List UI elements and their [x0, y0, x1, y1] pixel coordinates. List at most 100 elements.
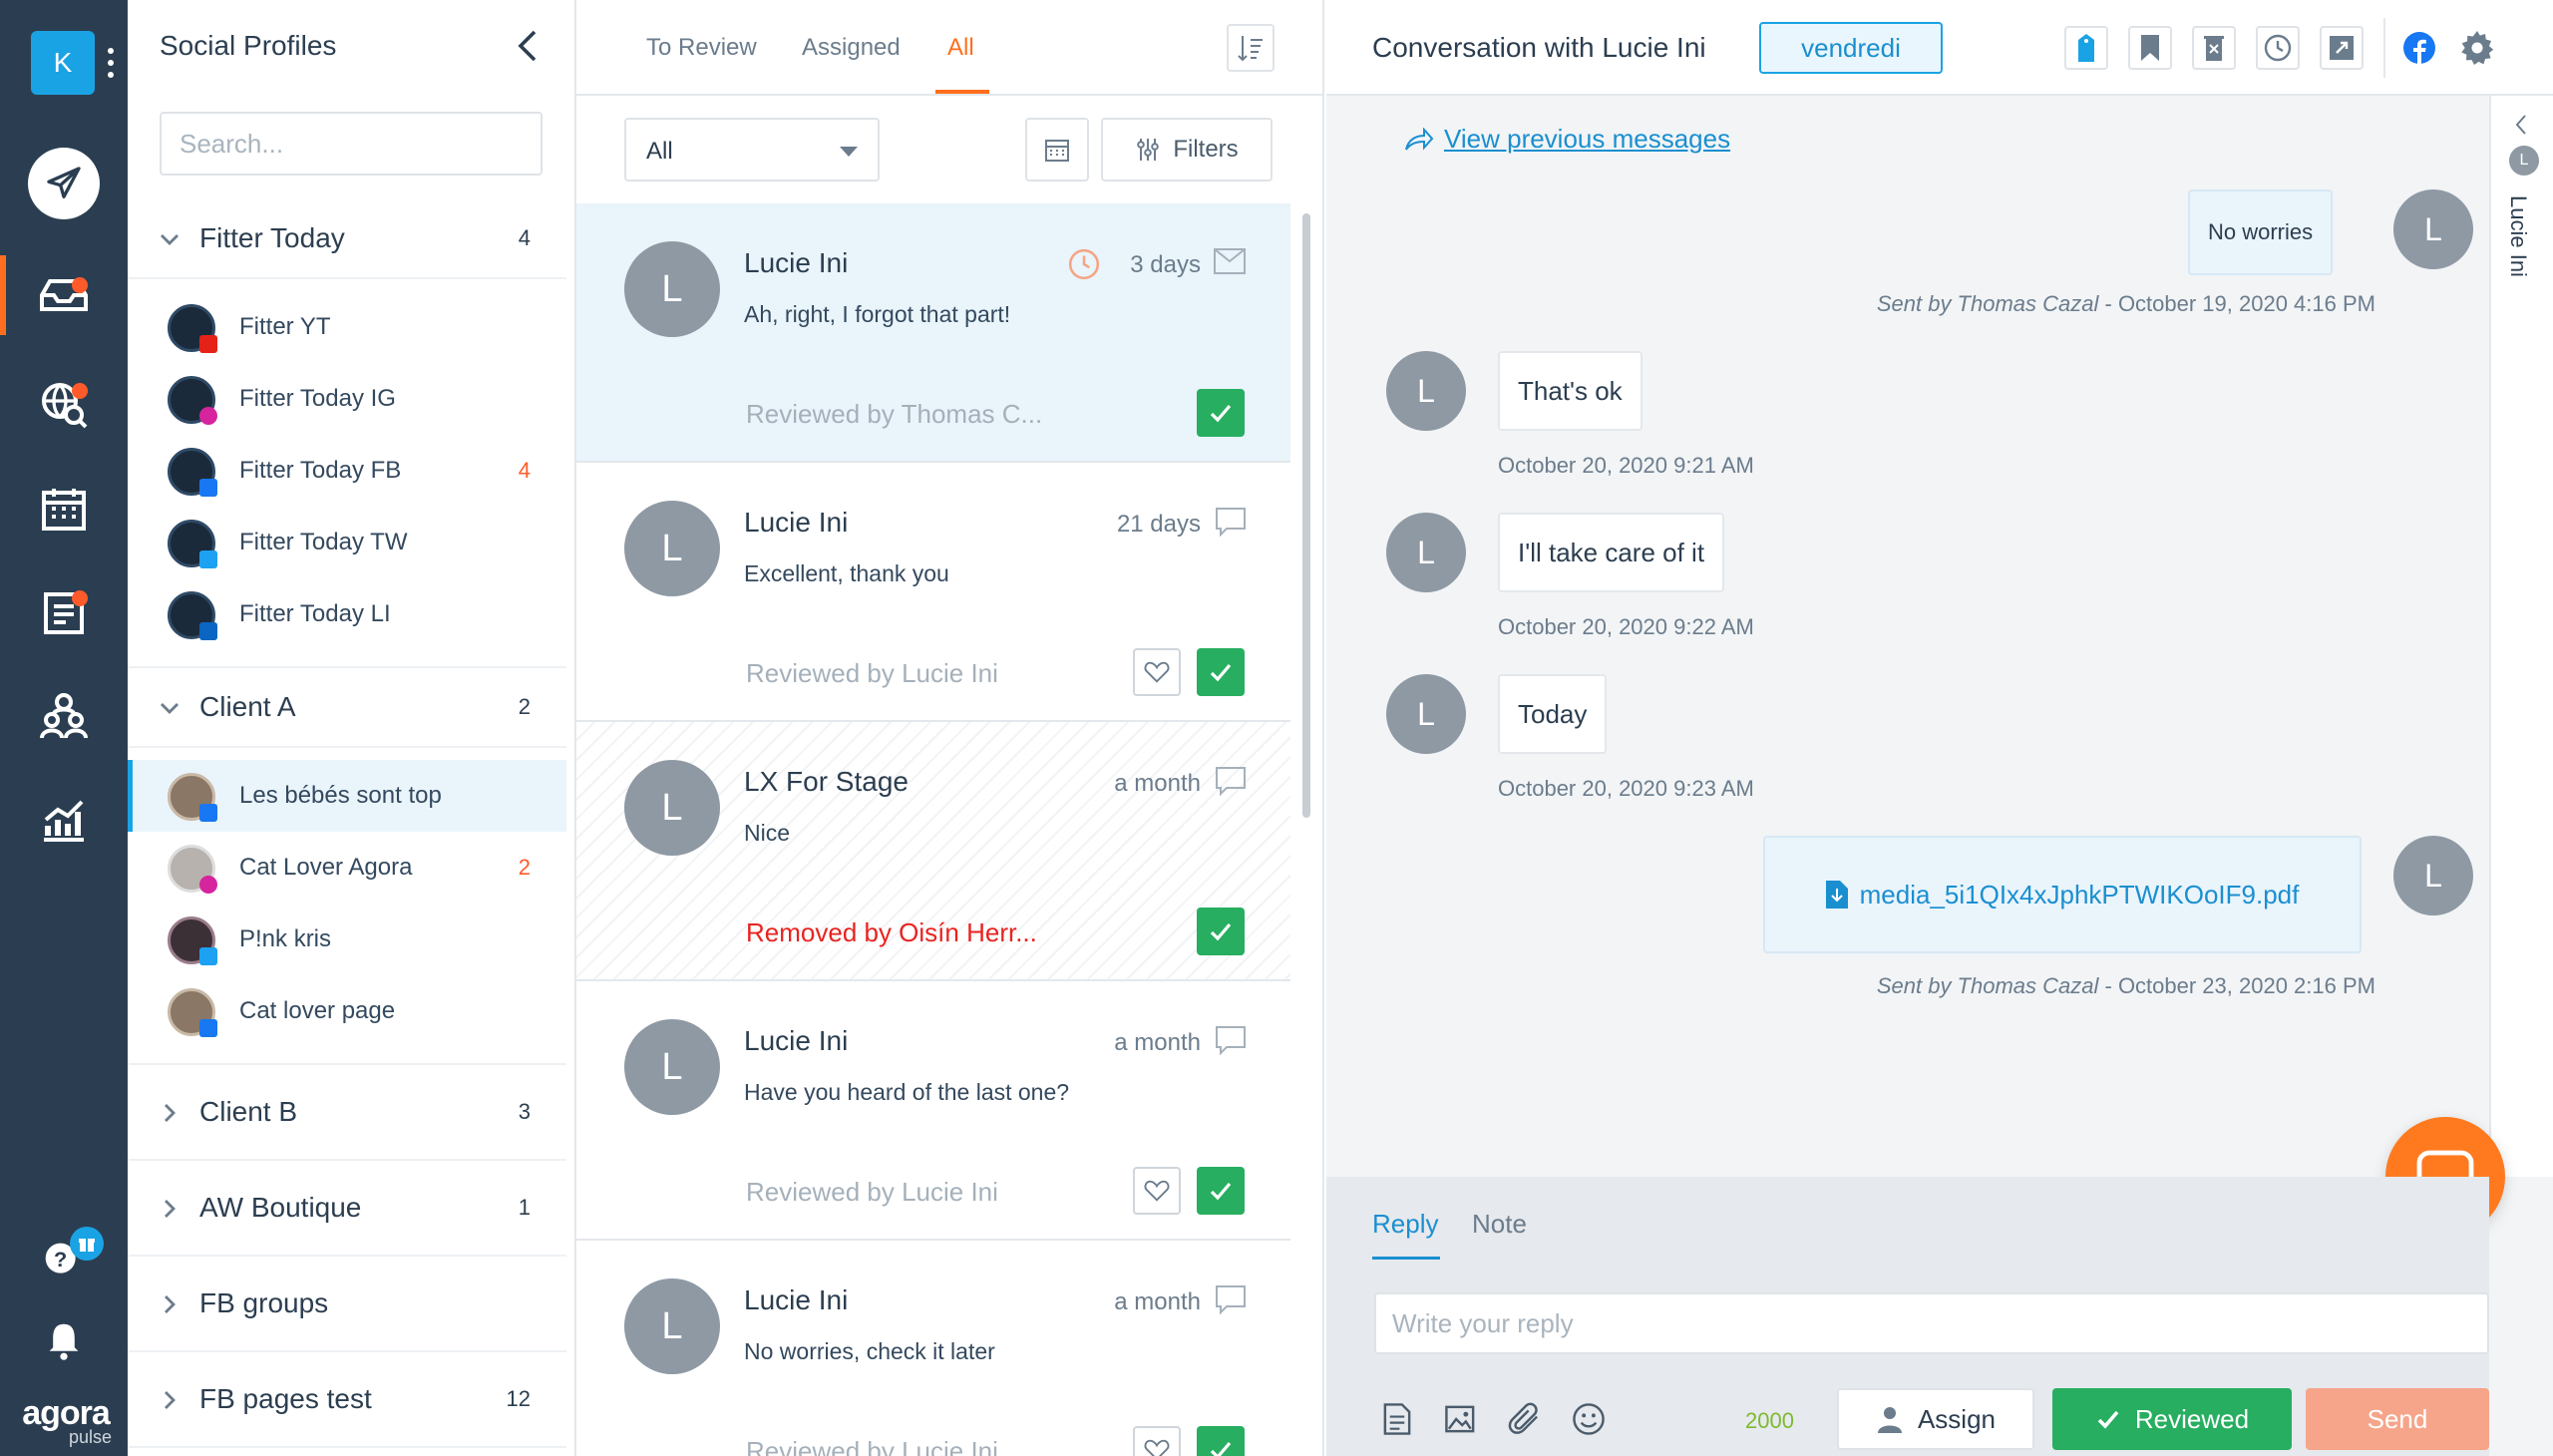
tab-to-review[interactable]: To Review: [646, 34, 757, 62]
emoji-icon[interactable]: [1572, 1402, 1606, 1436]
history-button[interactable]: [2256, 26, 2300, 70]
profile-groups: Fitter Today 4 Fitter YT Fitter Today IG…: [128, 199, 566, 1448]
profile-name: Cat lover page: [239, 997, 396, 1024]
attachment-bubble[interactable]: media_5i1QIx4xJphkPTWIKOoIF9.pdf: [1763, 836, 2362, 953]
nav-inbox[interactable]: [0, 255, 128, 335]
group-header-aw-boutique[interactable]: AW Boutique 1: [128, 1161, 566, 1257]
conversation-tag[interactable]: vendredi: [1759, 22, 1943, 74]
conversation-filter-select[interactable]: All: [624, 118, 880, 182]
reviewed-check-button[interactable]: [1197, 389, 1245, 437]
conversation-item[interactable]: L Lucie Ini Ah, right, I forgot that par…: [576, 203, 1290, 463]
like-button[interactable]: [1133, 1426, 1181, 1456]
nav-reports-list[interactable]: [0, 572, 128, 652]
profile-item-fitter-yt[interactable]: Fitter YT: [128, 291, 566, 363]
conversation-status: Reviewed by Lucie Ini: [746, 658, 998, 688]
contact-side-tab[interactable]: L Lucie Ini: [2489, 96, 2553, 1177]
reviewed-check-button[interactable]: [1197, 908, 1245, 955]
account-avatar[interactable]: K: [31, 31, 95, 95]
tab-all[interactable]: All: [947, 34, 974, 62]
assign-button[interactable]: Assign: [1837, 1388, 2034, 1450]
nav-team[interactable]: [0, 676, 128, 756]
image-icon[interactable]: [1444, 1402, 1478, 1436]
bookmark-button[interactable]: [2128, 26, 2172, 70]
filters-button[interactable]: Filters: [1101, 118, 1273, 182]
reviewed-check-button[interactable]: [1197, 1426, 1245, 1456]
compose-button[interactable]: [28, 148, 100, 219]
nav-listening[interactable]: [0, 365, 128, 445]
linkedin-icon: [199, 622, 217, 640]
tab-note[interactable]: Note: [1472, 1209, 1527, 1240]
profile-item-fitter-today-tw[interactable]: Fitter Today TW: [128, 507, 566, 578]
social-profiles-panel: Social Profiles Fitter Today 4 Fitter YT…: [128, 0, 700, 1456]
label-button[interactable]: [2064, 26, 2108, 70]
account-menu-icon[interactable]: [108, 48, 114, 78]
conversation-status: Reviewed by Thomas C...: [746, 399, 1043, 429]
like-button[interactable]: [1133, 648, 1181, 696]
facebook-icon: [199, 1019, 217, 1037]
envelope-icon: [1214, 248, 1246, 274]
message-text: Today: [1518, 698, 1588, 729]
facebook-source-button[interactable]: [2397, 26, 2441, 70]
group-name: FB pages test: [199, 1383, 372, 1414]
profiles-search-input[interactable]: [160, 112, 543, 176]
profile-item-cat-lover-page[interactable]: Cat lover page: [128, 975, 566, 1047]
view-previous-messages-link[interactable]: View previous messages: [1404, 124, 1730, 155]
group-header-client-a[interactable]: Client A 2: [128, 668, 566, 748]
saved-replies-icon[interactable]: [1382, 1402, 1412, 1436]
bell-icon: [49, 1323, 79, 1360]
nav-analytics[interactable]: [0, 780, 128, 860]
tab-assigned[interactable]: Assigned: [802, 34, 901, 62]
heart-icon: [1144, 661, 1170, 683]
reviewed-button[interactable]: Reviewed: [2052, 1388, 2292, 1450]
heart-icon: [1144, 1180, 1170, 1202]
profile-item-fitter-today-li[interactable]: Fitter Today LI: [128, 578, 566, 650]
nav-publishing-calendar[interactable]: [0, 469, 128, 548]
gift-icon[interactable]: [70, 1227, 104, 1261]
group-header-fitter-today[interactable]: Fitter Today 4: [128, 199, 566, 279]
tab-reply[interactable]: Reply: [1372, 1209, 1438, 1240]
profile-name: Cat Lover Agora: [239, 854, 413, 881]
conversation-status: Reviewed by Lucie Ini: [746, 1436, 998, 1456]
conversation-list-scrollbar[interactable]: [1302, 213, 1310, 818]
listening-notification-dot: [72, 383, 88, 399]
conversation-item[interactable]: L Lucie Ini No worries, check it later a…: [576, 1241, 1290, 1456]
reviewed-check-button[interactable]: [1197, 1167, 1245, 1215]
conversation-author: Lucie Ini: [744, 1025, 849, 1056]
delete-button[interactable]: [2192, 26, 2236, 70]
settings-button[interactable]: [2455, 26, 2499, 70]
chevron-down-icon: [840, 147, 858, 157]
chevron-left-icon[interactable]: [515, 28, 543, 64]
profile-item-les-bebes-sont-top[interactable]: Les bébés sont top: [128, 760, 566, 832]
conversation-item[interactable]: L Lucie Ini Have you heard of the last o…: [576, 981, 1290, 1241]
nav-help[interactable]: ?: [0, 1217, 128, 1296]
message-bubble-incoming: I'll take care of it: [1498, 513, 1725, 592]
nav-notifications[interactable]: [0, 1300, 128, 1380]
open-external-button[interactable]: [2320, 26, 2364, 70]
reviewed-check-button[interactable]: [1197, 648, 1245, 696]
paperclip-icon[interactable]: [1508, 1402, 1542, 1436]
panel-title: Social Profiles: [160, 30, 337, 61]
profile-count: 4: [518, 458, 531, 483]
group-header-fb-pages-test[interactable]: FB pages test 12: [128, 1352, 566, 1448]
profile-item-fitter-today-fb[interactable]: Fitter Today FB 4: [128, 435, 566, 507]
message-text: No worries: [2208, 219, 2314, 244]
profile-count: 2: [518, 855, 531, 880]
profile-item-cat-lover-agora[interactable]: Cat Lover Agora 2: [128, 832, 566, 904]
reply-input[interactable]: [1374, 1292, 2489, 1354]
date-filter-button[interactable]: [1025, 118, 1089, 182]
message-date: October 20, 2020 9:22 AM: [1498, 614, 1754, 639]
attachment-filename: media_5i1QIx4xJphkPTWIKOoIF9.pdf: [1859, 879, 2300, 910]
group-header-client-b[interactable]: Client B 3: [128, 1065, 566, 1161]
group-header-fb-groups[interactable]: FB groups: [128, 1257, 566, 1352]
comment-icon: [1216, 1026, 1246, 1056]
conversation-item[interactable]: L Lucie Ini Excellent, thank you 21 days…: [576, 463, 1290, 722]
like-button[interactable]: [1133, 1167, 1181, 1215]
profile-item-pink-kris[interactable]: P!nk kris: [128, 904, 566, 975]
conversation-item[interactable]: L LX For Stage Nice a month Removed by O…: [576, 722, 1290, 981]
send-button[interactable]: Send: [2306, 1388, 2489, 1450]
profile-item-fitter-today-ig[interactable]: Fitter Today IG: [128, 363, 566, 435]
sort-button[interactable]: [1227, 24, 1275, 72]
calendar-icon: [42, 489, 86, 531]
youtube-icon: [199, 335, 217, 353]
conversation-time: 3 days: [1130, 251, 1201, 278]
